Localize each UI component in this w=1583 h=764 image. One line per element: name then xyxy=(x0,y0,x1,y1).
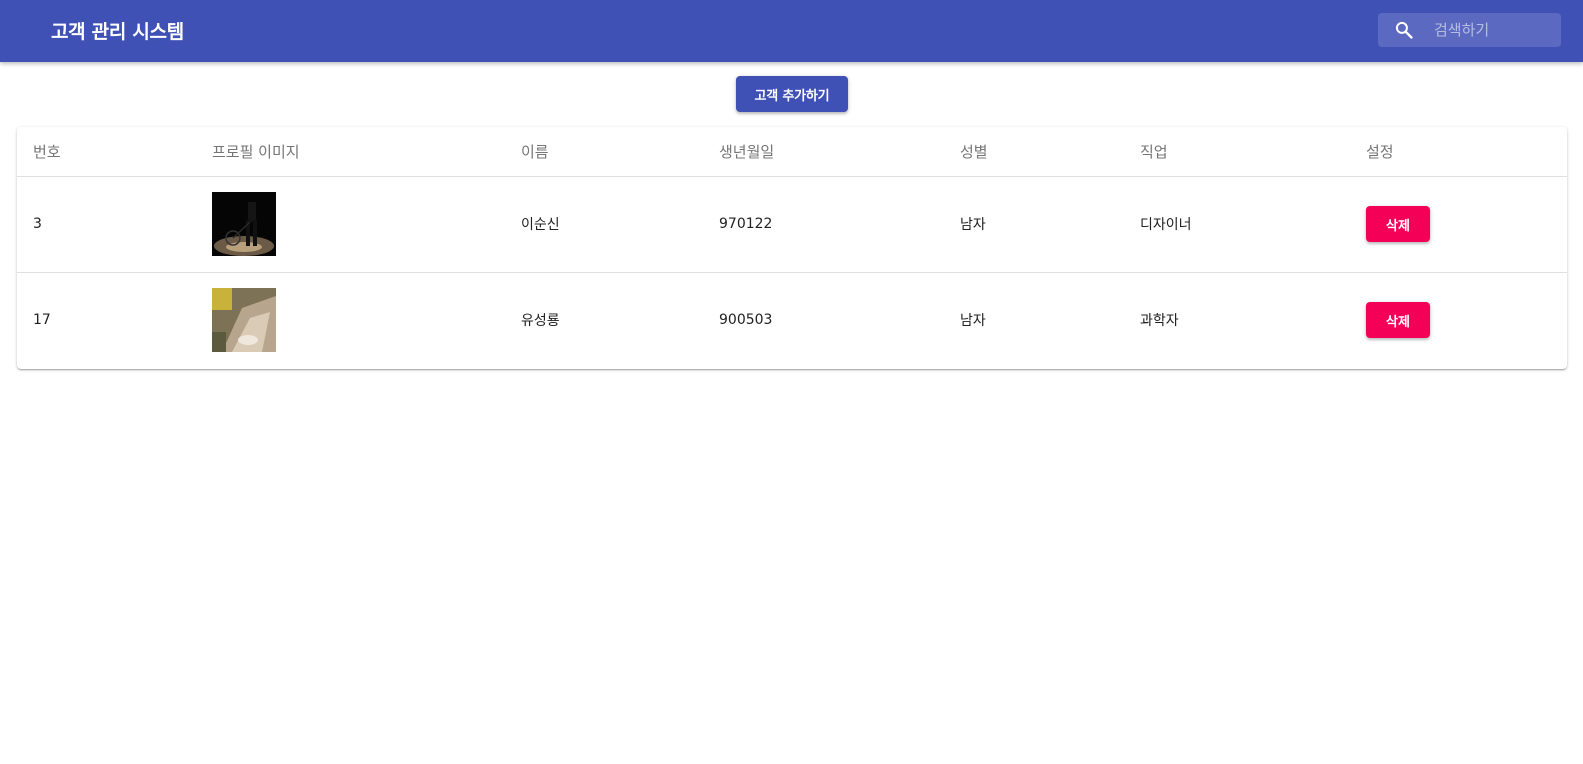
header-settings: 설정 xyxy=(1350,127,1567,177)
cell-name: 유성룡 xyxy=(521,313,560,330)
cell-birthday: 900503 xyxy=(719,312,773,329)
add-customer-button[interactable]: 고객 추가하기 xyxy=(736,76,848,112)
delete-button[interactable]: 삭제 xyxy=(1366,206,1430,242)
search-input[interactable] xyxy=(1420,13,1555,47)
table-row: 17 유성룡 900503 남자 과학자 삭제 xyxy=(17,272,1567,368)
profile-image xyxy=(212,288,276,353)
search-icon xyxy=(1394,20,1414,40)
cell-birthday: 970122 xyxy=(703,176,944,273)
cell-job: 과학자 xyxy=(1140,313,1179,330)
cell-id: 17 xyxy=(33,312,51,329)
profile-image xyxy=(212,192,276,256)
table-header-row: 번호 프로필 이미지 이름 생년월일 성별 직업 설정 xyxy=(17,127,1567,177)
table-row: 3 이순신 970122 남자 디자이너 삭제 xyxy=(17,176,1567,273)
header-gender: 성별 xyxy=(944,127,1124,177)
header-name: 이름 xyxy=(505,127,703,177)
cell-name: 이순신 xyxy=(505,176,703,273)
cell-gender: 남자 xyxy=(944,176,1124,273)
header-birthday: 생년월일 xyxy=(703,127,944,177)
delete-button[interactable]: 삭제 xyxy=(1366,302,1430,339)
search-box[interactable] xyxy=(1378,13,1561,47)
app-title: 고객 관리 시스템 xyxy=(51,21,184,43)
cell-gender: 남자 xyxy=(960,313,986,330)
customer-table-container: 번호 프로필 이미지 이름 생년월일 성별 직업 설정 3 이순신 970122… xyxy=(17,127,1567,369)
app-bar: 고객 관리 시스템 xyxy=(0,0,1583,62)
customer-table: 번호 프로필 이미지 이름 생년월일 성별 직업 설정 3 이순신 970122… xyxy=(17,127,1567,368)
header-id: 번호 xyxy=(17,127,196,177)
cell-job: 디자이너 xyxy=(1124,176,1350,273)
header-image: 프로필 이미지 xyxy=(196,127,505,177)
cell-id: 3 xyxy=(17,176,196,273)
header-job: 직업 xyxy=(1124,127,1350,177)
